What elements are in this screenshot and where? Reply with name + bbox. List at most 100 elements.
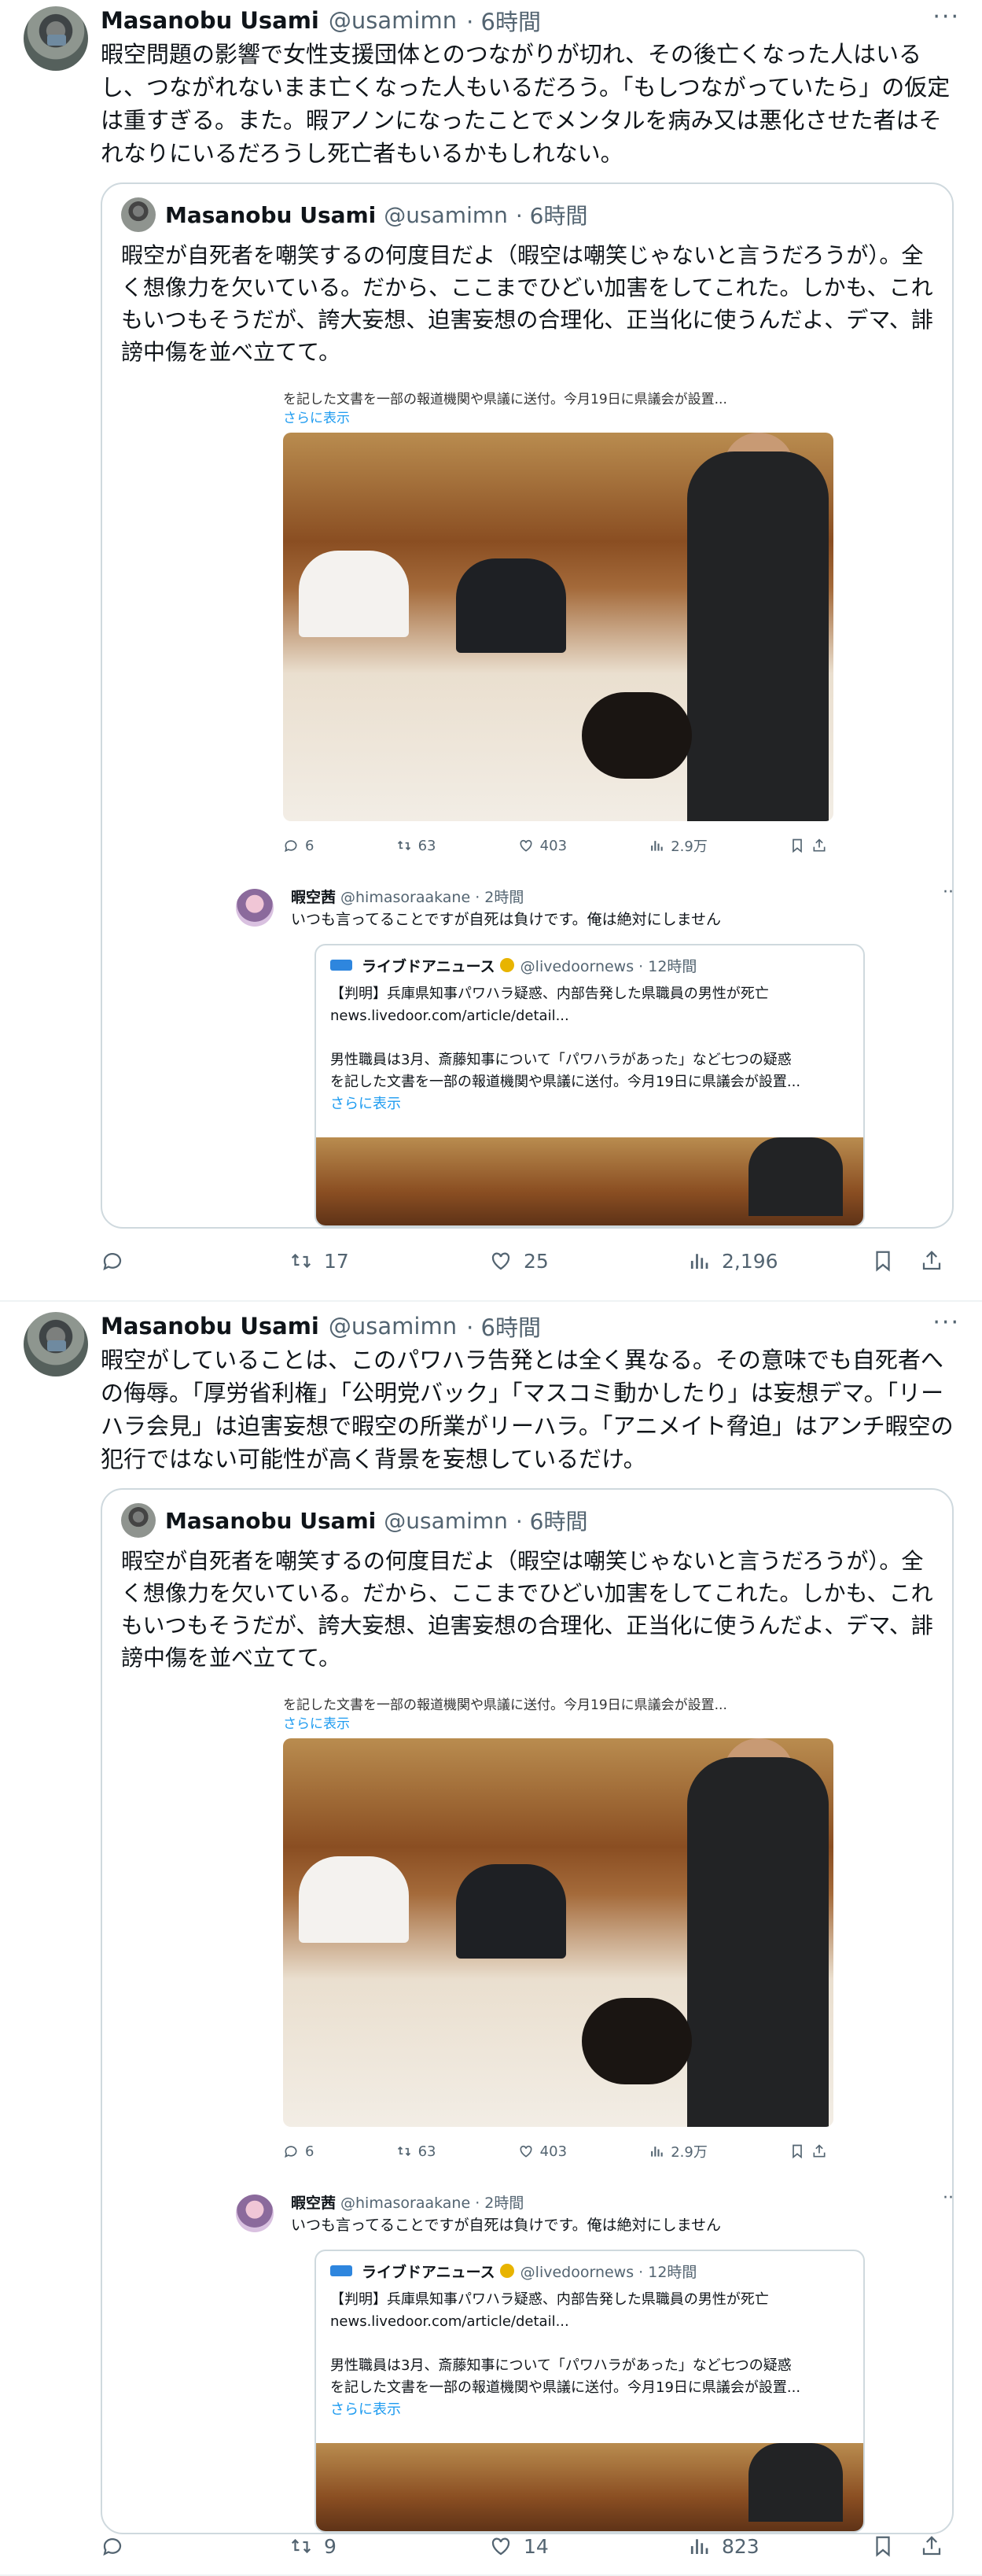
inner-line: 男性職員は3月、斎藤知事について「パワハラがあった」など七つの疑惑 xyxy=(330,1052,792,1068)
screenshot-like-count: 403 xyxy=(518,2143,567,2160)
inner-spacer xyxy=(330,2333,857,2355)
show-more-link: さらに表示 xyxy=(330,2401,401,2418)
inner-author-handle: @livedoornews · 12時間 xyxy=(520,2263,697,2281)
screenshot-stats: 6 63 403 2.9万 xyxy=(283,2138,833,2165)
reply-button[interactable] xyxy=(101,1245,135,1277)
retweet-icon xyxy=(291,2538,311,2554)
screenshot-like-value: 403 xyxy=(539,837,568,854)
screenshot-photo xyxy=(283,433,833,821)
more-icon[interactable]: ··· xyxy=(932,3,960,31)
action-bar: 9 14 823 xyxy=(101,2526,954,2566)
quote-avatar xyxy=(121,1503,156,1538)
share-button[interactable] xyxy=(920,1245,954,1277)
retweet-icon xyxy=(397,840,410,851)
retweet-button[interactable]: 9 xyxy=(289,2530,337,2562)
photo-figure xyxy=(748,2443,843,2522)
inner-line: 【判明】兵庫県知事パワハラ疑惑、内部告発した県職員の男性が死亡 xyxy=(330,2291,769,2308)
livedoor-logo-icon xyxy=(330,2265,352,2276)
author-name[interactable]: Masanobu Usami xyxy=(101,7,319,34)
reply-avatar xyxy=(236,889,274,927)
retweet-count: 9 xyxy=(324,2534,337,2558)
quoted-post[interactable]: Masanobu Usami @usamimn · 6時間 暇空が自死者を嘲笑す… xyxy=(101,182,954,1229)
reply-icon xyxy=(103,2538,122,2556)
show-more-link: さらに表示 xyxy=(283,1716,350,1732)
quote-text: 暇空が自死者を嘲笑するの何度目だよ（暇空は嘲笑じゃないと言うだろうが）。全く想像… xyxy=(121,242,933,365)
author-name[interactable]: Masanobu Usami xyxy=(101,1313,319,1340)
inner-author-handle: @livedoornews · 12時間 xyxy=(520,957,697,975)
like-button[interactable]: 14 xyxy=(489,2530,549,2562)
like-button[interactable]: 25 xyxy=(489,1245,549,1277)
post-header: Masanobu Usami @usamimn · 6時間 xyxy=(101,1310,541,1342)
avatar[interactable] xyxy=(24,1312,88,1376)
views-button[interactable]: 2,196 xyxy=(687,1245,778,1277)
action-bar: 17 25 2,196 xyxy=(101,1241,954,1281)
show-more-link: さらに表示 xyxy=(283,411,350,426)
bookmark-button[interactable] xyxy=(871,1245,906,1277)
views-button[interactable]: 823 xyxy=(687,2530,759,2562)
post-time[interactable]: · 6時間 xyxy=(466,1310,541,1343)
more-icon[interactable]: ··· xyxy=(932,1309,960,1336)
bookmark-button[interactable] xyxy=(871,2530,906,2562)
quote-header: Masanobu Usami @usamimn · 6時間 xyxy=(121,197,588,232)
reply-avatar xyxy=(236,2195,274,2232)
post[interactable]: Masanobu Usami @usamimn · 6時間 ··· 暇空問題の影… xyxy=(0,0,982,1302)
quote-header: Masanobu Usami @usamimn · 6時間 xyxy=(121,1503,588,1538)
screenshot-actions xyxy=(789,838,833,853)
bookmark-icon xyxy=(876,1251,890,1272)
share-button[interactable] xyxy=(920,2530,954,2562)
share-icon xyxy=(813,2144,826,2158)
like-count: 14 xyxy=(524,2534,549,2558)
screenshot-like-count: 403 xyxy=(518,838,567,854)
quote-time: · 6時間 xyxy=(515,1509,588,1535)
post[interactable]: Masanobu Usami @usamimn · 6時間 ··· 暇空がしてい… xyxy=(0,1306,982,2576)
post-time[interactable]: · 6時間 xyxy=(466,4,541,37)
post-text: 暇空がしていることは、このパワハラ告発とは全く異なる。その意味でも自死者への侮辱… xyxy=(101,1347,954,1472)
like-icon xyxy=(520,839,532,852)
quote-time: · 6時間 xyxy=(515,203,588,229)
reply-button[interactable] xyxy=(101,2530,135,2562)
screenshot-retweet-value: 63 xyxy=(417,837,436,854)
screenshot-views-value: 2.9万 xyxy=(671,838,708,855)
reply-header: 暇空茜 @himasoraakane · 2時間 xyxy=(291,884,524,908)
screenshot-retweet-value: 63 xyxy=(417,2143,436,2160)
reply-author-handle: @himasoraakane · 2時間 xyxy=(340,888,524,906)
reply-text: いつも言ってることですが自死は負けです。俺は絶対にしません xyxy=(291,911,722,928)
retweet-count: 17 xyxy=(324,1249,349,1273)
reply-author-name: 暇空茜 xyxy=(291,888,337,906)
photo-figure xyxy=(582,692,692,779)
views-count: 823 xyxy=(722,2534,759,2558)
retweet-button[interactable]: 17 xyxy=(289,1245,349,1277)
photo-figure xyxy=(299,551,409,637)
screenshot-like-value: 403 xyxy=(539,2143,568,2160)
quote-text: 暇空が自死者を嘲笑するの何度目だよ（暇空は嘲笑じゃないと言うだろうが）。全く想像… xyxy=(121,1548,933,1671)
post-header: Masanobu Usami @usamimn · 6時間 xyxy=(101,5,541,36)
bookmark-icon xyxy=(793,2144,802,2159)
views-icon xyxy=(651,841,663,851)
photo-figure xyxy=(687,451,829,821)
reply-icon xyxy=(285,840,297,853)
photo-figure xyxy=(582,1998,692,2084)
inner-text: 【判明】兵庫県知事パワハラ疑惑、内部告発した県職員の男性が死亡 news.liv… xyxy=(330,2289,857,2421)
screenshot-reply: 暇空茜 @himasoraakane · 2時間 ··· いつも言ってることです… xyxy=(236,883,952,1227)
post-text: 暇空問題の影響で女性支援団体とのつながりが切れ、その後亡くなった人はいるし、つな… xyxy=(101,41,951,167)
photo-figure xyxy=(456,558,566,653)
quoted-post[interactable]: Masanobu Usami @usamimn · 6時間 暇空が自死者を嘲笑す… xyxy=(101,1488,954,2534)
quote-avatar xyxy=(121,197,156,232)
reply-header: 暇空茜 @himasoraakane · 2時間 xyxy=(291,2190,524,2213)
share-icon xyxy=(922,1251,941,1270)
author-handle[interactable]: @usamimn xyxy=(329,7,457,34)
livedoor-logo-icon xyxy=(330,960,352,971)
screenshot-stats: 6 63 403 2.9万 xyxy=(283,832,833,859)
author-handle[interactable]: @usamimn xyxy=(329,1313,457,1340)
screenshot-views-value: 2.9万 xyxy=(671,2144,708,2161)
views-icon xyxy=(651,2147,663,2157)
more-icon: ··· xyxy=(943,2188,954,2208)
share-icon xyxy=(922,2536,941,2556)
retweet-icon xyxy=(291,1253,311,1269)
avatar[interactable] xyxy=(24,6,88,71)
inner-photo xyxy=(316,1137,863,1225)
views-icon xyxy=(690,1254,708,1269)
reply-author-name: 暇空茜 xyxy=(291,2194,337,2212)
inner-link: news.livedoor.com/article/detail... xyxy=(330,2313,569,2330)
photo-figure xyxy=(687,1757,829,2127)
